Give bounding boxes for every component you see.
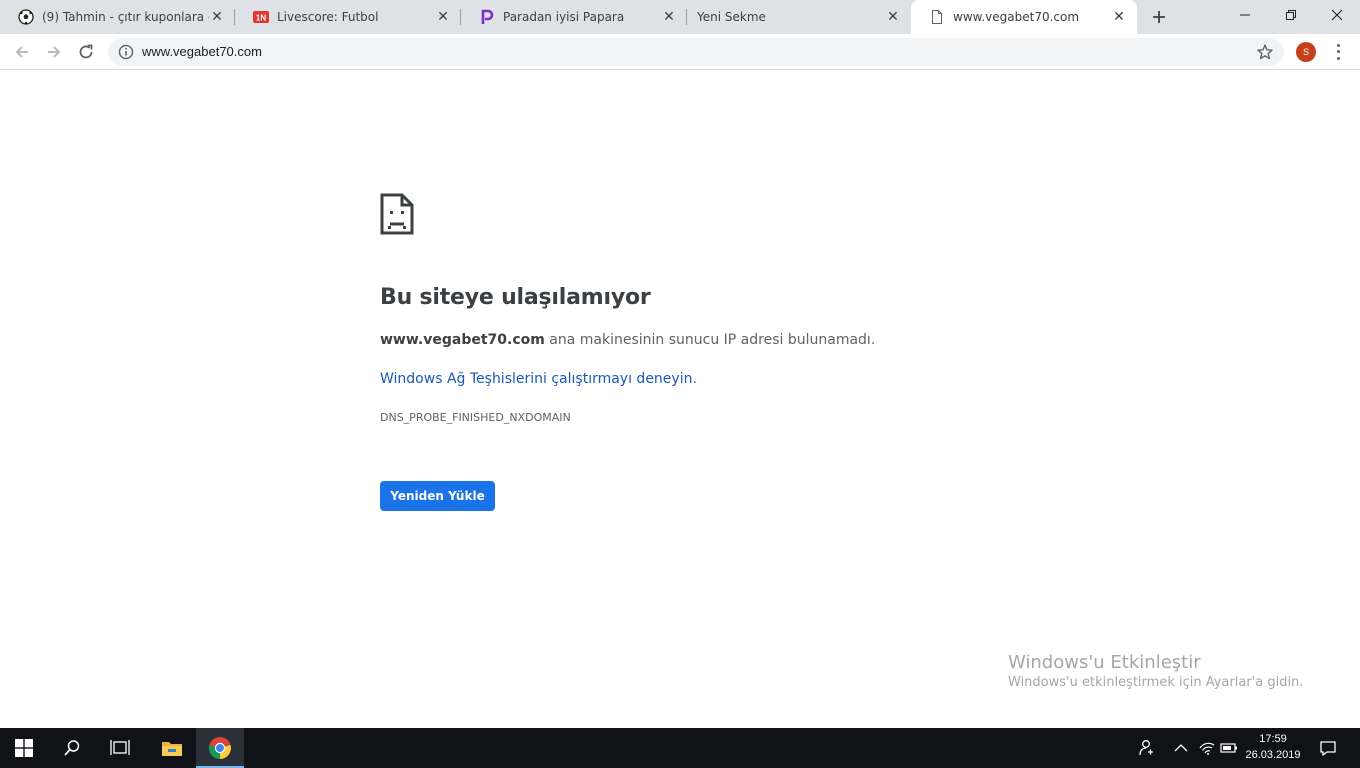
toolbar: www.vegabet70.com S — [0, 34, 1360, 70]
close-icon[interactable]: ✕ — [885, 9, 901, 25]
page-icon — [929, 9, 945, 25]
reload-icon — [79, 44, 93, 59]
close-icon — [1331, 9, 1343, 21]
clock-time: 17:59 — [1259, 733, 1287, 745]
people-button[interactable] — [1134, 728, 1158, 768]
dot-icon — [1336, 50, 1340, 54]
sad-page-icon — [380, 193, 414, 235]
url-text[interactable]: www.vegabet70.com — [142, 44, 262, 59]
papara-icon — [479, 9, 495, 25]
close-icon[interactable]: ✕ — [435, 9, 451, 25]
start-button[interactable] — [0, 728, 48, 768]
arrow-left-icon — [15, 46, 28, 58]
forward-button[interactable] — [42, 40, 66, 64]
action-center-button[interactable] — [1316, 728, 1340, 768]
back-button[interactable] — [10, 40, 34, 64]
dot-icon — [1336, 57, 1340, 61]
battery-icon — [1220, 743, 1237, 753]
address-bar[interactable]: www.vegabet70.com — [108, 38, 1284, 66]
profile-avatar[interactable]: S — [1296, 42, 1316, 62]
error-code: DNS_PROBE_FINISHED_NXDOMAIN — [380, 411, 571, 424]
close-icon[interactable]: ✕ — [1111, 9, 1127, 25]
tab-tahmin[interactable]: (9) Tahmin - çıtır kuponlara de ✕ — [0, 0, 235, 34]
clock-date: 26.03.2019 — [1245, 749, 1301, 761]
activation-watermark: Windows'u Etkinleştir Windows'u etkinleş… — [1008, 652, 1303, 690]
diagnostics-link-line: Windows Ağ Teşhislerini çalıştırmayı den… — [380, 371, 697, 387]
new-tab-button[interactable] — [1149, 7, 1169, 27]
chrome-icon — [208, 737, 231, 759]
close-window-button[interactable] — [1314, 0, 1360, 30]
notification-icon — [1320, 741, 1336, 756]
menu-button[interactable] — [1330, 42, 1346, 62]
people-icon — [1139, 740, 1153, 756]
minimize-icon — [1240, 14, 1250, 16]
tab-vegabet[interactable]: www.vegabet70.com ✕ — [911, 0, 1137, 34]
watermark-subtitle: Windows'u etkinleştirmek için Ayarlar'a … — [1008, 675, 1304, 690]
reload-button[interactable] — [74, 40, 98, 64]
tab-title: Yeni Sekme — [697, 10, 766, 24]
error-host: www.vegabet70.com — [380, 332, 545, 348]
soccer-ball-icon — [18, 9, 34, 25]
tray-expand-button[interactable] — [1170, 728, 1192, 768]
diagnostics-link[interactable]: Windows Ağ Teşhislerini çalıştırmayı den… — [380, 371, 692, 387]
error-title: Bu siteye ulaşılamıyor — [380, 285, 651, 310]
search-icon — [64, 740, 80, 756]
task-view-icon — [110, 740, 130, 755]
tab-title: www.vegabet70.com — [953, 10, 1080, 24]
close-icon[interactable]: ✕ — [661, 9, 677, 25]
tab-strip: (9) Tahmin - çıtır kuponlara de ✕ 1N Liv… — [0, 0, 1360, 34]
svg-text:1N: 1N — [256, 14, 266, 23]
watermark-title: Windows'u Etkinleştir — [1008, 652, 1201, 673]
restore-icon — [1286, 10, 1296, 20]
wifi-icon — [1199, 742, 1215, 755]
folder-icon — [162, 742, 182, 756]
search-button[interactable] — [48, 728, 96, 768]
error-description: www.vegabet70.com ana makinesinin sunucu… — [380, 332, 875, 348]
error-description-text: ana makinesinin sunucu IP adresi bulunam… — [544, 332, 876, 348]
minimize-button[interactable] — [1222, 0, 1268, 30]
star-icon[interactable] — [1256, 43, 1274, 61]
tab-new[interactable]: Yeni Sekme ✕ — [687, 0, 911, 34]
arrow-right-icon — [48, 46, 61, 58]
chrome-taskbar-button[interactable] — [196, 728, 244, 768]
tab-title: (9) Tahmin - çıtır kuponlara de — [42, 10, 209, 24]
taskbar: 17:59 26.03.2019 — [0, 728, 1360, 768]
page-content: Bu siteye ulaşılamıyor www.vegabet70.com… — [0, 71, 1360, 728]
dot-icon — [1336, 43, 1340, 47]
tab-papara[interactable]: Paradan iyisi Papara ✕ — [461, 0, 687, 34]
windows-logo-icon — [15, 739, 33, 757]
reload-page-button[interactable]: Yeniden Yükle — [380, 481, 495, 511]
chevron-up-icon — [1174, 744, 1188, 752]
link-period: . — [692, 371, 697, 387]
network-button[interactable] — [1196, 728, 1218, 768]
tab-title: Livescore: Futbol — [277, 10, 379, 24]
tab-livescore[interactable]: 1N Livescore: Futbol ✕ — [235, 0, 461, 34]
file-explorer-button[interactable] — [148, 728, 196, 768]
plus-icon — [1153, 11, 1165, 23]
close-icon[interactable]: ✕ — [209, 9, 225, 25]
tab-title: Paradan iyisi Papara — [503, 10, 625, 24]
livescore-icon: 1N — [253, 9, 269, 25]
battery-button[interactable] — [1218, 728, 1240, 768]
task-view-button[interactable] — [96, 728, 144, 768]
taskbar-clock[interactable]: 17:59 26.03.2019 — [1238, 731, 1308, 763]
restore-button[interactable] — [1268, 0, 1314, 30]
info-icon[interactable] — [118, 44, 134, 60]
